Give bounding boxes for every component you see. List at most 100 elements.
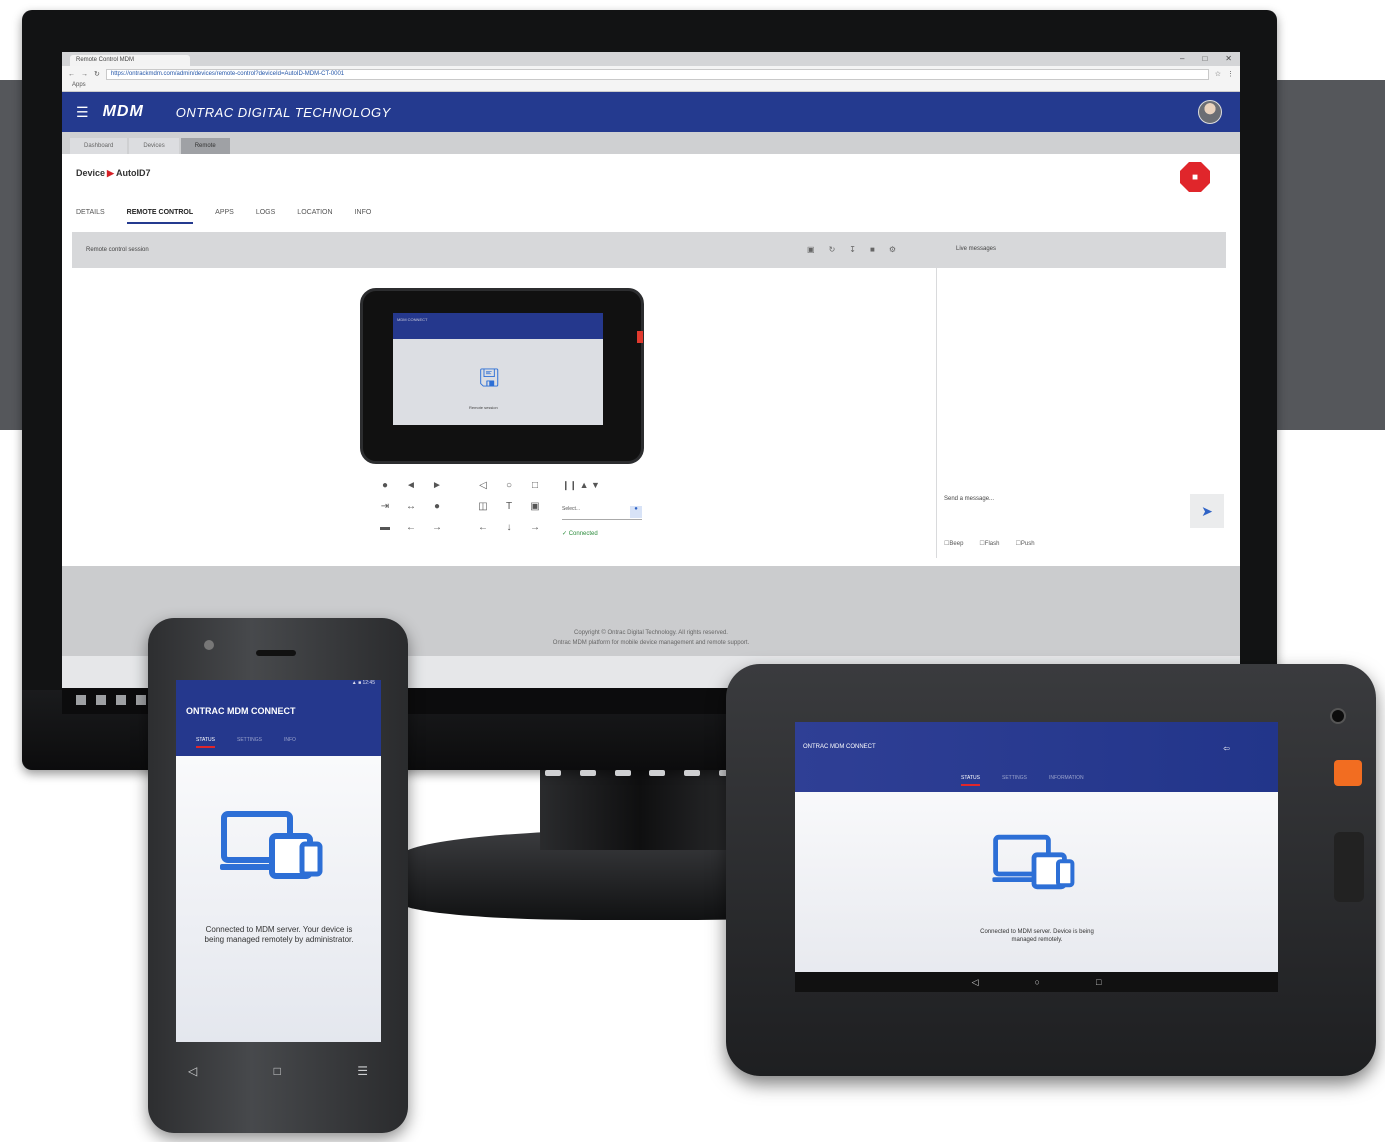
refresh-icon[interactable]: ↻ bbox=[829, 245, 836, 254]
breadcrumb-root[interactable]: Device bbox=[76, 168, 105, 178]
monitor-stand-neck bbox=[540, 770, 740, 850]
screenshot-icon[interactable]: ▣ bbox=[807, 245, 815, 254]
control-button[interactable]: → bbox=[522, 522, 548, 533]
control-button[interactable]: □ bbox=[522, 480, 548, 491]
checkbox-push[interactable]: Push bbox=[1015, 540, 1035, 547]
control-button[interactable]: → bbox=[424, 522, 450, 533]
preview-appbar: MDM CONNECT bbox=[393, 313, 603, 339]
control-button[interactable]: ⇥ bbox=[372, 501, 398, 512]
back-icon[interactable]: ← bbox=[68, 71, 75, 78]
taskbar-app-icon[interactable] bbox=[96, 695, 106, 705]
breadcrumb: Device ▶ AutoID7 bbox=[76, 168, 150, 179]
tablet-tabs: STATUS SETTINGS INFORMATION bbox=[961, 775, 1084, 786]
devices-icon: 🖫 bbox=[479, 365, 500, 392]
tablet-device: ONTRAC MDM CONNECT ⇦ STATUS SETTINGS INF… bbox=[726, 664, 1376, 1076]
toolbar-icons: ▣ ↻ ↧ ■ ⚙ bbox=[807, 245, 896, 254]
app-header: ☰ MDM ONTRAC DIGITAL TECHNOLOGY bbox=[62, 92, 1240, 132]
message-input[interactable]: Send a message... bbox=[944, 496, 994, 502]
control-select[interactable]: Select... ● bbox=[562, 506, 642, 520]
phone-tab-settings[interactable]: SETTINGS bbox=[237, 737, 262, 748]
start-icon[interactable] bbox=[76, 695, 86, 705]
panel-divider bbox=[936, 268, 937, 558]
back-icon[interactable]: ◁ bbox=[188, 1064, 197, 1078]
control-button[interactable]: ↓ bbox=[496, 522, 522, 533]
remote-toolbar: Remote control session ▣ ↻ ↧ ■ ⚙ bbox=[72, 232, 936, 268]
control-button[interactable]: ◫ bbox=[470, 501, 496, 512]
tab-location[interactable]: LOCATION bbox=[297, 209, 332, 224]
url-field[interactable]: https://ontrackmdm.com/admin/devices/rem… bbox=[105, 68, 1209, 80]
go-icon[interactable]: ● bbox=[630, 506, 642, 518]
avatar[interactable] bbox=[1198, 100, 1222, 124]
subnav-remote[interactable]: Remote bbox=[180, 138, 230, 154]
tablet-camera bbox=[1330, 708, 1346, 724]
tab-remote-control[interactable]: REMOTE CONTROL bbox=[126, 209, 194, 224]
tablet-back-icon[interactable]: ⇦ bbox=[1223, 744, 1230, 753]
lock-icon[interactable]: ■ bbox=[870, 245, 875, 254]
phone-title: ONTRAC MDM CONNECT bbox=[186, 706, 296, 716]
sub-navigation: Dashboard Devices Remote bbox=[62, 132, 1240, 154]
tablet-tab-information[interactable]: INFORMATION bbox=[1049, 775, 1084, 786]
maximize-icon[interactable]: □ bbox=[1202, 54, 1207, 63]
window-controls: – □ ✕ bbox=[1180, 54, 1232, 63]
preview-text: Remote session bbox=[469, 405, 498, 410]
tab-logs[interactable]: LOGS bbox=[256, 209, 275, 224]
control-button[interactable]: ● bbox=[424, 501, 450, 512]
media-controls[interactable]: ❙❙ ▲ ▼ bbox=[562, 480, 600, 491]
page-content: Device ▶ AutoID7 ■ DETAILS REMOTE CONTROL … bbox=[62, 154, 1240, 566]
tablet-appbar: ONTRAC MDM CONNECT ⇦ STATUS SETTINGS INF… bbox=[795, 722, 1278, 792]
bookmarks-bar[interactable]: Apps bbox=[62, 82, 1240, 92]
minimize-icon[interactable]: – bbox=[1180, 54, 1184, 63]
send-button[interactable]: ➤ bbox=[1190, 494, 1224, 528]
app-logo[interactable]: MDM bbox=[103, 103, 144, 121]
tablet-title: ONTRAC MDM CONNECT bbox=[803, 744, 876, 750]
reload-icon[interactable]: ↻ bbox=[94, 70, 100, 78]
control-button[interactable]: ↔ bbox=[398, 501, 424, 512]
tablet-tab-settings[interactable]: SETTINGS bbox=[1002, 775, 1027, 786]
subnav-devices[interactable]: Devices bbox=[129, 138, 179, 154]
phone-screen: ▲ ■ 12:45 ONTRAC MDM CONNECT STATUS SETT… bbox=[176, 680, 381, 1042]
app-title: ONTRAC DIGITAL TECHNOLOGY bbox=[175, 104, 391, 120]
phone-message: Connected to MDM server. Your device is … bbox=[204, 925, 354, 944]
back-icon[interactable]: ◁ bbox=[972, 972, 979, 992]
control-button[interactable]: ← bbox=[398, 522, 424, 533]
control-button[interactable]: ○ bbox=[496, 480, 522, 491]
control-button[interactable]: ◄ bbox=[398, 480, 424, 491]
star-icon[interactable]: ☆ bbox=[1215, 70, 1221, 78]
settings-icon[interactable]: ⚙ bbox=[889, 245, 896, 254]
checkbox-flash[interactable]: Flash bbox=[979, 540, 1000, 547]
tablet-tab-status[interactable]: STATUS bbox=[961, 775, 980, 786]
devices-icon bbox=[220, 811, 323, 879]
tab-details[interactable]: DETAILS bbox=[76, 209, 105, 224]
preview-side-button bbox=[637, 331, 643, 343]
tab-apps[interactable]: APPS bbox=[215, 209, 234, 224]
browser-tab[interactable]: Remote Control MDM bbox=[70, 55, 190, 66]
recents-icon[interactable]: ☰ bbox=[357, 1064, 368, 1078]
select-value: Select... bbox=[562, 506, 581, 512]
menu-icon[interactable]: ☰ bbox=[76, 104, 89, 121]
control-button[interactable]: ← bbox=[470, 522, 496, 533]
taskbar-app-icon[interactable] bbox=[136, 695, 146, 705]
home-icon[interactable]: ○ bbox=[1035, 972, 1040, 992]
checkbox-beep[interactable]: Beep bbox=[944, 540, 963, 547]
control-button[interactable]: T bbox=[496, 501, 522, 512]
taskbar-app-icon[interactable] bbox=[116, 695, 126, 705]
subnav-dashboard[interactable]: Dashboard bbox=[70, 138, 128, 154]
device-preview[interactable]: MDM CONNECT 🖫 Remote session bbox=[360, 288, 644, 464]
phone-tab-status[interactable]: STATUS bbox=[196, 737, 215, 748]
forward-icon[interactable]: → bbox=[81, 71, 88, 78]
recents-icon[interactable]: □ bbox=[1096, 972, 1101, 992]
browser-menu-icon[interactable]: ⋮ bbox=[1227, 70, 1234, 78]
home-icon[interactable]: □ bbox=[274, 1064, 281, 1078]
close-icon[interactable]: ✕ bbox=[1225, 54, 1232, 63]
download-icon[interactable]: ↧ bbox=[849, 245, 856, 254]
phone-tab-info[interactable]: INFO bbox=[284, 737, 296, 748]
control-button[interactable]: ▬ bbox=[372, 522, 398, 533]
preview-screen[interactable]: MDM CONNECT 🖫 Remote session bbox=[393, 313, 603, 425]
tab-info[interactable]: INFO bbox=[355, 209, 372, 224]
phone-statusbar: ▲ ■ 12:45 bbox=[176, 680, 381, 690]
control-button[interactable]: ▣ bbox=[522, 501, 548, 512]
control-button[interactable]: ► bbox=[424, 480, 450, 491]
control-button[interactable]: ◁ bbox=[470, 480, 496, 491]
stop-button[interactable]: ■ bbox=[1180, 162, 1210, 192]
control-button[interactable]: ● bbox=[372, 480, 398, 491]
